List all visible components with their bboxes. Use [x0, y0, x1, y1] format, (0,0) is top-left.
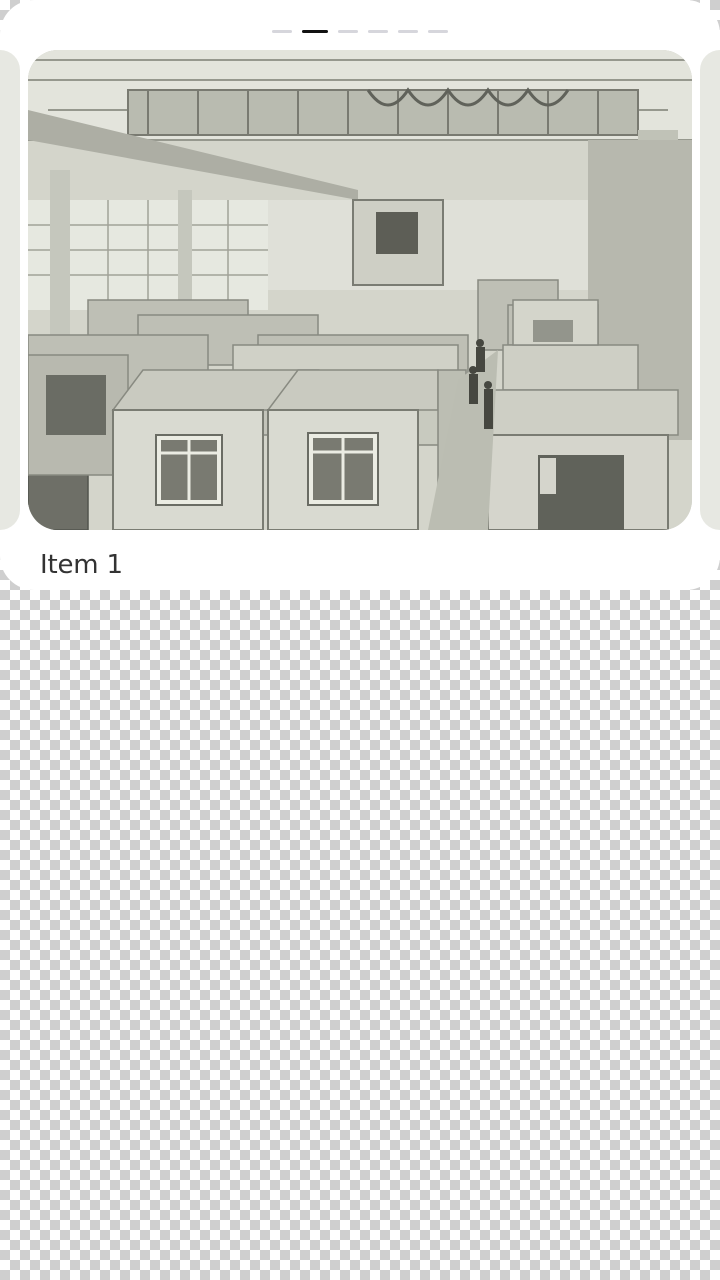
bottom-sheet: Item 1 [0, 0, 720, 590]
slide-caption: Item 1 [40, 550, 123, 580]
page-dot[interactable] [338, 30, 358, 33]
page-dot[interactable] [272, 30, 292, 33]
next-slide-peek[interactable] [700, 50, 720, 530]
page-dot[interactable] [398, 30, 418, 33]
factory-photo [28, 50, 692, 530]
carousel-slide[interactable] [28, 50, 692, 530]
page-dot-active[interactable] [302, 30, 328, 33]
previous-slide-peek[interactable] [0, 50, 20, 530]
page-indicator [0, 30, 720, 34]
page-dot[interactable] [368, 30, 388, 33]
page-dot[interactable] [428, 30, 448, 33]
